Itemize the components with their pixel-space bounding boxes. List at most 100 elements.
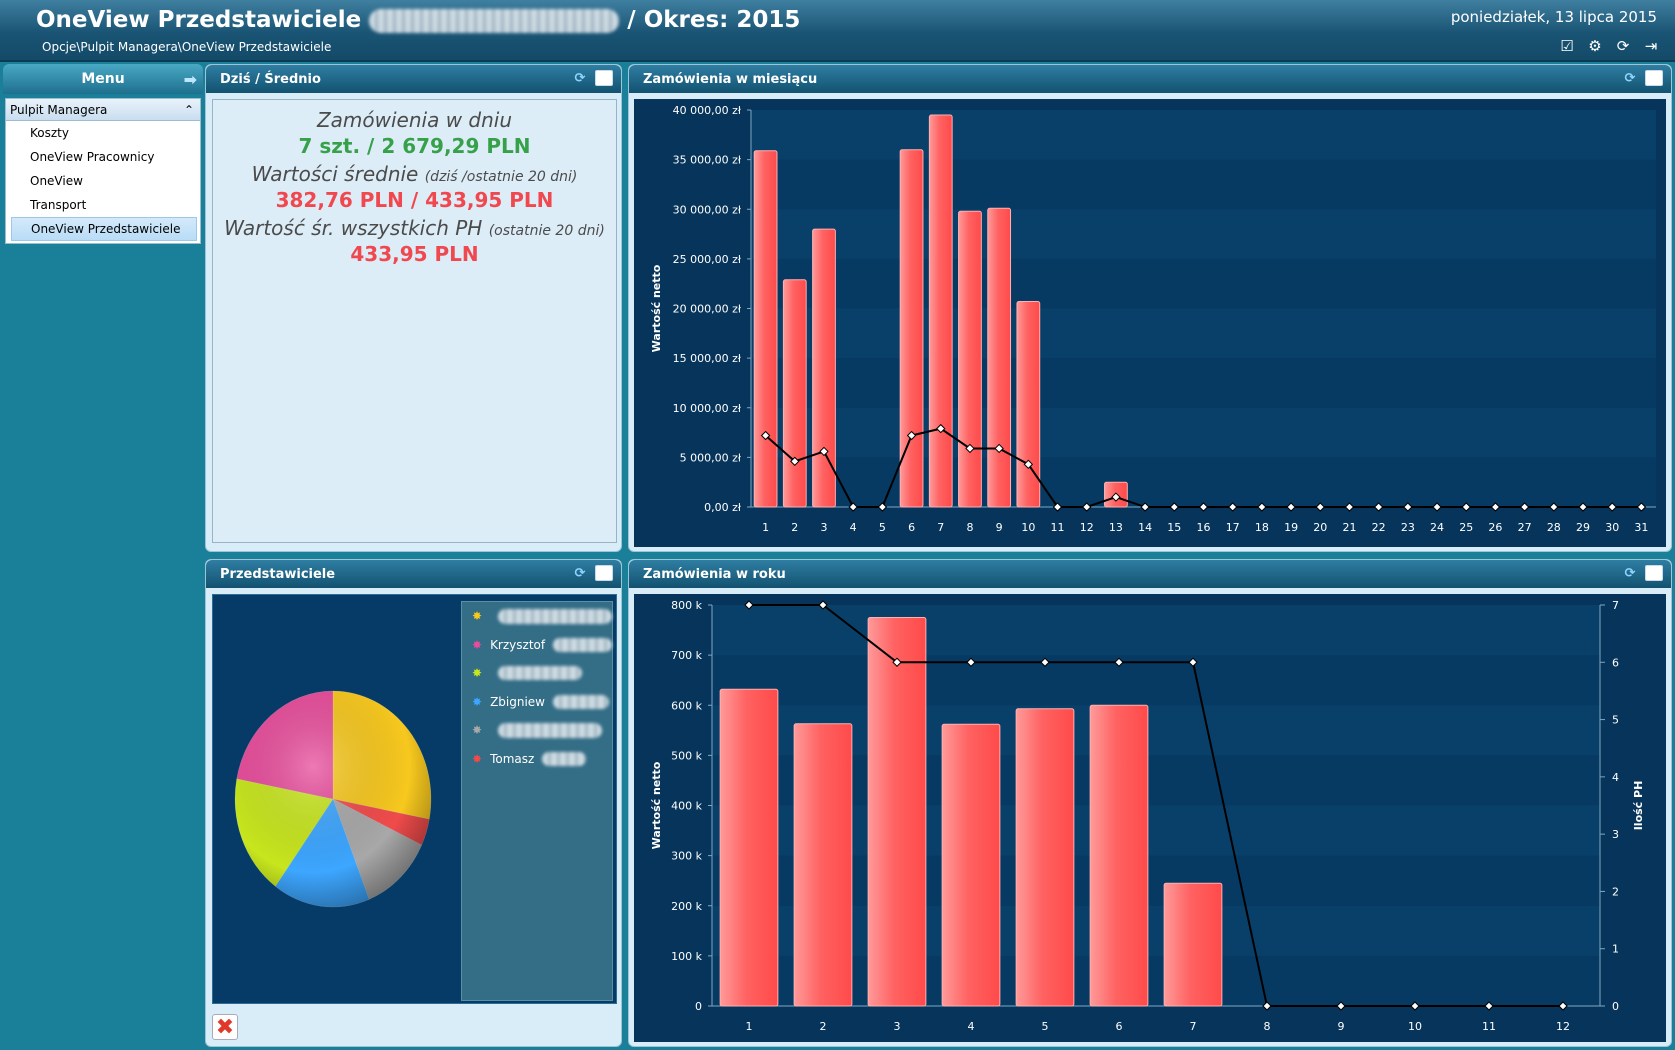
x-tick-label: 10 [1408,1020,1422,1033]
grid-band [751,407,1656,458]
date-label: poniedziałek, 13 lipca 2015 [1450,8,1657,26]
x-tick-label: 25 [1459,521,1473,534]
today-panel: Dziś / Średnio ⟳ Zamówienia w dniu 7 szt… [205,64,622,552]
yearly-chart: 0 100 k 200 k 300 k 400 k 500 k 600 k 700 k 800 … [650,599,1645,1033]
maximize-icon[interactable] [595,70,613,86]
maximize-icon[interactable] [1645,565,1663,581]
delete-button[interactable]: ✖ [212,1014,238,1040]
x-tick-label: 28 [1547,521,1561,534]
yearly-panel: Zamówienia w roku ⟳ 0 100 k 200 k 300 k 400 … [628,559,1672,1047]
legend-item[interactable]: ✸ [462,602,612,631]
x-tick-label: 2 [791,521,798,534]
legend-item[interactable]: ✸ Zbigniew [462,688,612,717]
bar [928,114,953,508]
refresh-icon[interactable]: ⟳ [571,565,589,581]
sidebar-item-oneview[interactable]: OneView [6,169,200,193]
refresh-icon[interactable]: ⟳ [1621,70,1639,86]
y2-axis-label: Ilość PH [1632,781,1645,831]
x-tick-label: 1 [746,1020,753,1033]
x-tick-label: 8 [966,521,973,534]
grid-band [712,605,1600,656]
grid-band [751,308,1656,359]
x-tick-label: 29 [1576,521,1590,534]
exit-icon[interactable]: ⇥ [1641,36,1661,56]
sidebar-item-koszty[interactable]: Koszty [6,121,200,145]
x-tick-label: 12 [1556,1020,1570,1033]
x-tick-label: 7 [937,521,944,534]
redacted-name [369,8,620,33]
refresh-icon[interactable]: ⟳ [1621,565,1639,581]
settings-icon[interactable]: ⚙ [1585,36,1605,56]
x-tick-label: 9 [996,521,1003,534]
avg-value: 382,76 PLN / 433,95 PLN [275,188,554,212]
y2-tick-label: 2 [1612,885,1619,898]
y-tick-label: 35 000,00 zł [673,154,742,167]
checklist-icon[interactable]: ☑ [1557,36,1577,56]
y-tick-label: 500 k [671,749,702,762]
x-tick-label: 12 [1080,521,1094,534]
y-tick-label: 40 000,00 zł [673,104,742,117]
x-tick-label: 11 [1051,521,1065,534]
x-tick-label: 13 [1109,521,1123,534]
maximize-icon[interactable] [1645,70,1663,86]
y2-tick-label: 6 [1612,656,1619,669]
x-tick-label: 3 [820,521,827,534]
bar [1163,882,1223,1007]
legend-item[interactable]: ✸ [462,659,612,688]
pie-area: ✸ ✸ Krzysztof ✸ ✸ Zbigniew ✸ ✸ Tomasz [212,594,617,1004]
x-tick-label: 14 [1138,521,1152,534]
y-tick-label: 15 000,00 zł [673,352,742,365]
reps-panel: Przedstawiciele ⟳ ✸ ✸ Krzysztof ✸ ✸ Zbigni… [205,559,622,1047]
grid-band [751,110,1656,160]
refresh-icon[interactable]: ⟳ [571,70,589,86]
refresh-icon[interactable]: ⟳ [1613,36,1633,56]
x-tick-label: 9 [1338,1020,1345,1033]
x-tick-label: 10 [1021,521,1035,534]
y-tick-label: 700 k [671,649,702,662]
y-tick-label: 30 000,00 zł [673,203,742,216]
x-tick-label: 16 [1197,521,1211,534]
accordion-header[interactable]: Pulpit Managera ⌃ [6,99,200,121]
x-tick-label: 26 [1488,521,1502,534]
x-tick-label: 4 [850,521,857,534]
reps-pie-chart [234,690,432,908]
sidebar-item-transport[interactable]: Transport [6,193,200,217]
x-tick-label: 7 [1190,1020,1197,1033]
sidebar-item-przedstawiciele[interactable]: OneView Przedstawiciele [11,217,197,241]
x-tick-label: 22 [1372,521,1386,534]
legend-item[interactable]: ✸ Krzysztof [462,631,612,660]
star-icon: ✸ [472,666,483,681]
x-tick-label: 6 [1116,1020,1123,1033]
collapse-arrow-icon[interactable]: ➡ [184,70,197,89]
pie-shading [235,691,431,907]
sidebar-item-pracownicy[interactable]: OneView Pracownicy [6,145,200,169]
grid-band [751,457,1656,507]
accordion: Pulpit Managera ⌃ Koszty OneView Pracowni… [5,98,201,244]
legend-item[interactable]: ✸ [462,716,612,745]
bar [941,723,1001,1007]
y2-tick-label: 4 [1612,771,1619,784]
app-title: OneView Przedstawiciele / Okres: 2015 [36,7,801,33]
grid-band [751,258,1656,309]
y-tick-label: 25 000,00 zł [673,253,742,266]
y-tick-label: 300 k [671,850,702,863]
bar [793,723,853,1007]
x-tick-label: 18 [1255,521,1269,534]
x-tick-label: 11 [1482,1020,1496,1033]
x-tick-label: 23 [1401,521,1415,534]
avg-label: Wartości średnie (dziś /ostatnie 20 dni) [251,162,578,186]
x-tick-label: 30 [1605,521,1619,534]
x-tick-label: 24 [1430,521,1444,534]
legend-item[interactable]: ✸ Tomasz [462,745,612,774]
panel-header: Przedstawiciele ⟳ [206,560,621,588]
y2-tick-label: 7 [1612,599,1619,612]
y2-tick-label: 3 [1612,828,1619,841]
grid-band [751,159,1656,210]
panel-header: Dziś / Średnio ⟳ [206,65,621,93]
x-tick-label: 5 [1042,1020,1049,1033]
x-tick-label: 31 [1634,521,1648,534]
y-axis-label: Wartość netto [650,264,663,352]
chevron-up-icon: ⌃ [183,102,194,117]
avg-all-label: Wartość śr. wszystkich PH (ostatnie 20 d… [224,216,605,240]
maximize-icon[interactable] [595,565,613,581]
